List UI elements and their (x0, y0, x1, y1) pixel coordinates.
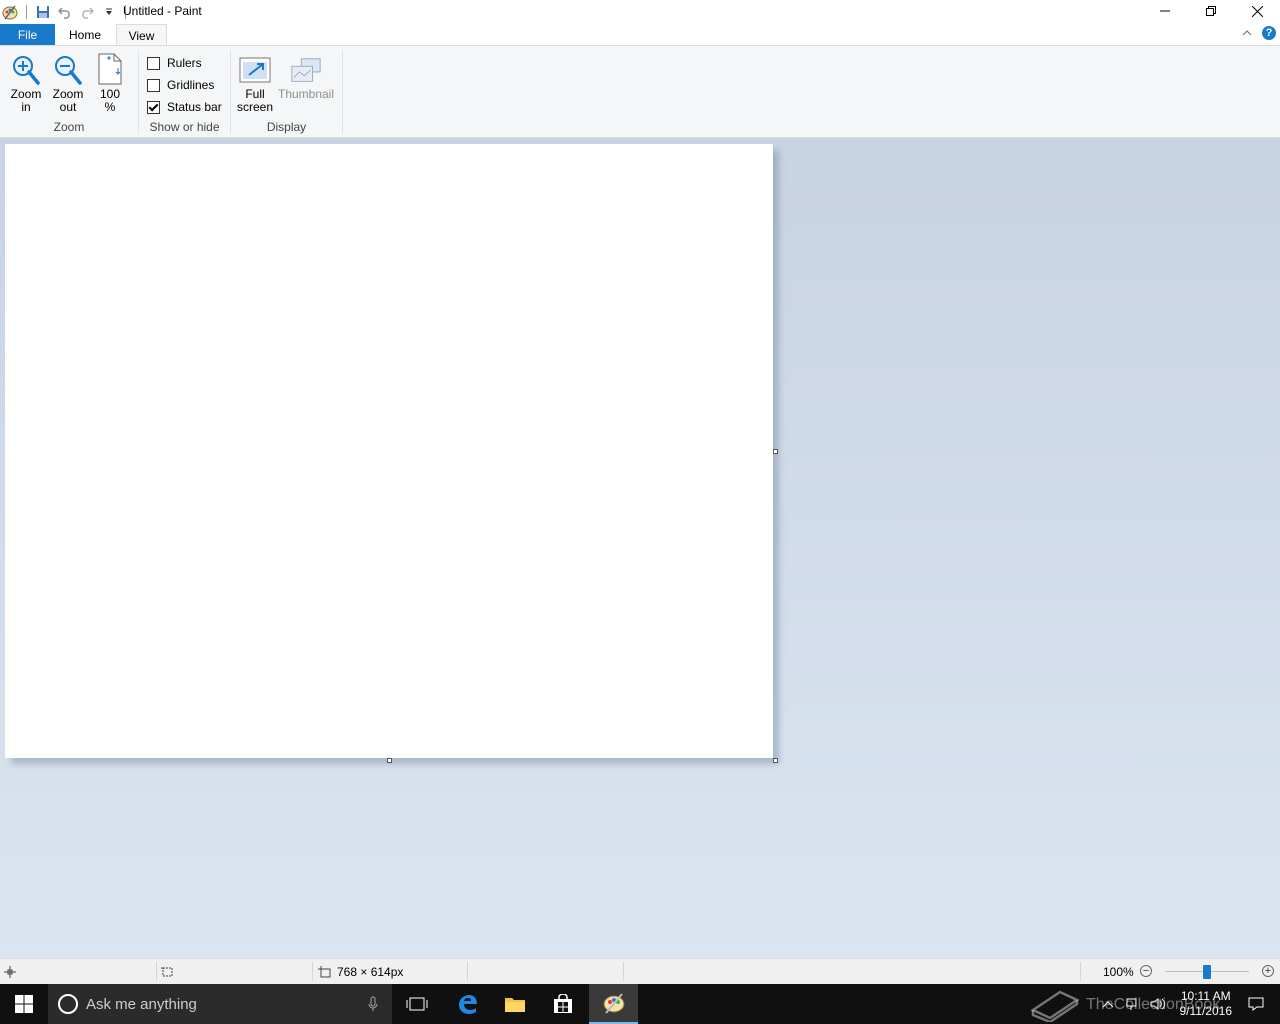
gridlines-checkbox-box[interactable] (147, 78, 160, 92)
watermark: TheCollectionBook (1030, 988, 1220, 1022)
status-divider (312, 962, 313, 981)
minimize-button[interactable] (1142, 0, 1188, 22)
zoom-out-icon (52, 52, 84, 86)
undo-icon[interactable] (55, 2, 75, 22)
zoom-in-plus-icon[interactable]: + (1262, 965, 1274, 977)
zoom-out-button[interactable]: Zoom out (50, 52, 86, 114)
cortana-search-box[interactable]: Ask me anything (48, 984, 392, 1024)
store-button[interactable] (540, 984, 586, 1024)
tab-home[interactable]: Home (58, 24, 112, 46)
restore-button[interactable] (1188, 0, 1234, 22)
canvas-resize-handle-bottom[interactable] (387, 758, 392, 763)
close-icon (1251, 5, 1263, 17)
display-group: Full screen Thumbnail Display (231, 46, 342, 138)
paint-palette-icon (603, 993, 624, 1014)
zoom-in-icon (10, 52, 42, 86)
zoom-100-button[interactable]: 100 % (94, 52, 126, 114)
zoom-out-minus-icon[interactable]: − (1140, 965, 1152, 977)
search-placeholder: Ask me anything (86, 995, 197, 1013)
zoom-out-label-2: out (59, 100, 77, 114)
rulers-label: Rulers (167, 56, 202, 70)
status-bar-label: Status bar (167, 100, 222, 114)
edge-button[interactable] (444, 984, 490, 1024)
status-divider (623, 962, 624, 981)
task-view-icon (406, 997, 428, 1011)
full-screen-icon (239, 52, 271, 86)
redo-icon[interactable] (77, 2, 97, 22)
ribbon-panel: Zoom in Zoom out 100 % Zoom Show or hide… (0, 45, 1280, 138)
help-button[interactable]: ? (1262, 26, 1276, 40)
watermark-text: TheCollectionBook (1086, 996, 1221, 1013)
canvas-size-text: 768 × 614px (337, 964, 404, 979)
show-or-hide-group-label: Show or hide (149, 120, 220, 134)
full-screen-button[interactable]: Full screen (237, 52, 273, 114)
close-button[interactable] (1234, 0, 1280, 22)
qat-separator (26, 5, 27, 19)
restore-icon (1206, 6, 1216, 16)
action-center-icon[interactable] (1248, 996, 1264, 1012)
quick-access-toolbar (0, 2, 132, 22)
status-divider (156, 962, 157, 981)
canvas-size-icon (318, 965, 331, 977)
cortana-icon (58, 994, 78, 1014)
rulers-checkbox[interactable]: Rulers (147, 56, 202, 70)
title-bar: Untitled - Paint (0, 0, 1280, 24)
file-explorer-button[interactable] (492, 984, 538, 1024)
paint-app-icon[interactable] (0, 2, 20, 22)
zoom-group: Zoom in Zoom out 100 % Zoom (0, 46, 138, 138)
status-bar: 768 × 614px 100% − + (0, 958, 1280, 984)
minimize-icon (1160, 10, 1170, 12)
cursor-position-icon (4, 959, 16, 984)
selection-size-icon (161, 959, 174, 984)
save-icon[interactable] (33, 2, 53, 22)
drawing-canvas[interactable] (5, 144, 773, 758)
tab-view[interactable]: View (116, 24, 167, 46)
status-bar-checkbox-box[interactable] (147, 100, 160, 114)
gridlines-checkbox[interactable]: Gridlines (147, 78, 214, 92)
ribbon-right-controls: ? (1242, 26, 1276, 40)
zoom-in-button[interactable]: Zoom in (8, 52, 44, 114)
canvas-size-indicator: 768 × 614px (318, 959, 403, 984)
task-view-button[interactable] (394, 984, 440, 1024)
status-divider (467, 962, 468, 981)
ribbon-tabs: File Home View ? (0, 24, 1280, 46)
zoom-in-label-2: in (21, 100, 31, 114)
workspace (0, 138, 1280, 958)
start-button[interactable] (0, 984, 48, 1024)
book-logo-icon (1030, 990, 1080, 1022)
zoom-100-label-2: % (104, 100, 116, 114)
rulers-checkbox-box[interactable] (147, 56, 160, 70)
tab-file[interactable]: File (0, 24, 55, 46)
window-title: Untitled - Paint (123, 4, 202, 18)
customize-qat-chevron-icon[interactable] (99, 2, 119, 22)
thumbnail-label: Thumbnail (277, 87, 335, 101)
collapse-ribbon-chevron-icon[interactable] (1242, 29, 1252, 37)
full-screen-label-2: screen (236, 100, 274, 114)
zoom-level-text: 100% (1103, 964, 1134, 979)
edge-icon (459, 995, 477, 1014)
canvas-resize-handle-corner[interactable] (773, 758, 778, 763)
status-divider (1080, 962, 1081, 981)
window-controls (1142, 0, 1280, 22)
microphone-icon[interactable] (368, 996, 378, 1012)
paint-taskbar-button[interactable] (589, 984, 638, 1024)
canvas-resize-handle-right[interactable] (773, 449, 778, 454)
status-bar-checkbox[interactable]: Status bar (147, 100, 222, 114)
gridlines-label: Gridlines (167, 78, 215, 92)
store-bag-icon (554, 994, 572, 1013)
folder-icon (505, 998, 525, 1012)
zoom-slider-thumb[interactable] (1203, 965, 1211, 979)
group-divider (342, 50, 343, 134)
thumbnail-icon (290, 52, 322, 86)
thumbnail-button[interactable]: Thumbnail (277, 52, 335, 101)
page-100-icon (94, 52, 126, 86)
zoom-group-label: Zoom (53, 120, 85, 134)
windows-logo-icon (15, 995, 33, 1013)
display-group-label: Display (266, 120, 307, 134)
